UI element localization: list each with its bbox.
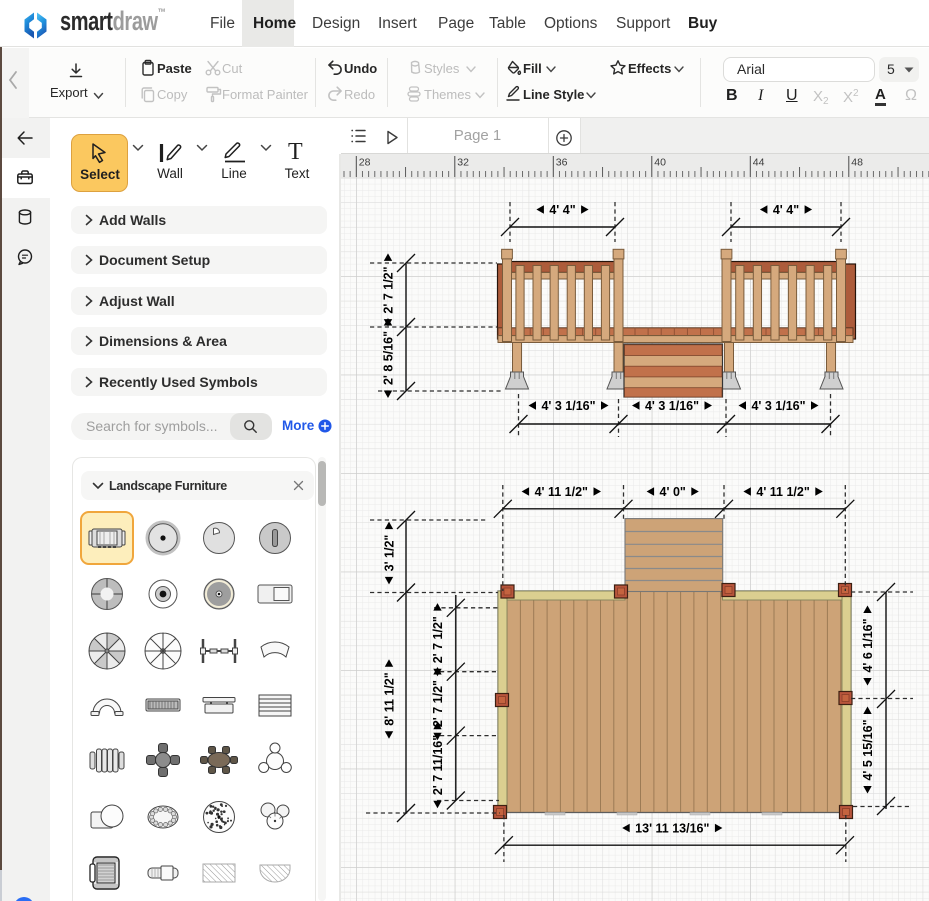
svg-text:2' 7 1/2": 2' 7 1/2" xyxy=(431,616,445,663)
svg-text:48: 48 xyxy=(851,157,863,169)
svg-text:8' 11 1/2": 8' 11 1/2" xyxy=(383,672,397,725)
svg-text:4' 11 1/2": 4' 11 1/2" xyxy=(535,485,588,499)
svg-text:4' 6 1/16": 4' 6 1/16" xyxy=(861,618,875,672)
svg-text:40: 40 xyxy=(654,157,666,169)
svg-text:4' 3 1/16": 4' 3 1/16" xyxy=(541,399,595,413)
svg-text:28: 28 xyxy=(359,157,371,169)
svg-text:4' 3 1/16": 4' 3 1/16" xyxy=(645,399,699,413)
svg-text:32: 32 xyxy=(457,157,469,169)
svg-text:4' 11 1/2": 4' 11 1/2" xyxy=(756,485,809,499)
svg-text:36: 36 xyxy=(556,157,568,169)
svg-text:44: 44 xyxy=(753,157,765,169)
svg-text:13' 11 13/16": 13' 11 13/16" xyxy=(635,822,709,836)
svg-text:4' 4": 4' 4" xyxy=(773,203,799,217)
svg-text:2' 7 1/2": 2' 7 1/2" xyxy=(431,680,445,727)
svg-text:3' 1/2": 3' 1/2" xyxy=(383,535,397,572)
svg-text:4' 4": 4' 4" xyxy=(549,203,575,217)
svg-text:4' 3 1/16": 4' 3 1/16" xyxy=(751,399,805,413)
svg-text:4' 5 15/16": 4' 5 15/16" xyxy=(861,719,875,780)
svg-text:2' 8 5/16": 2' 8 5/16" xyxy=(382,331,396,385)
svg-text:4' 0": 4' 0" xyxy=(660,485,686,499)
svg-text:2' 7 1/2": 2' 7 1/2" xyxy=(382,266,396,313)
svg-text:2' 7 11/16": 2' 7 11/16" xyxy=(431,735,445,795)
